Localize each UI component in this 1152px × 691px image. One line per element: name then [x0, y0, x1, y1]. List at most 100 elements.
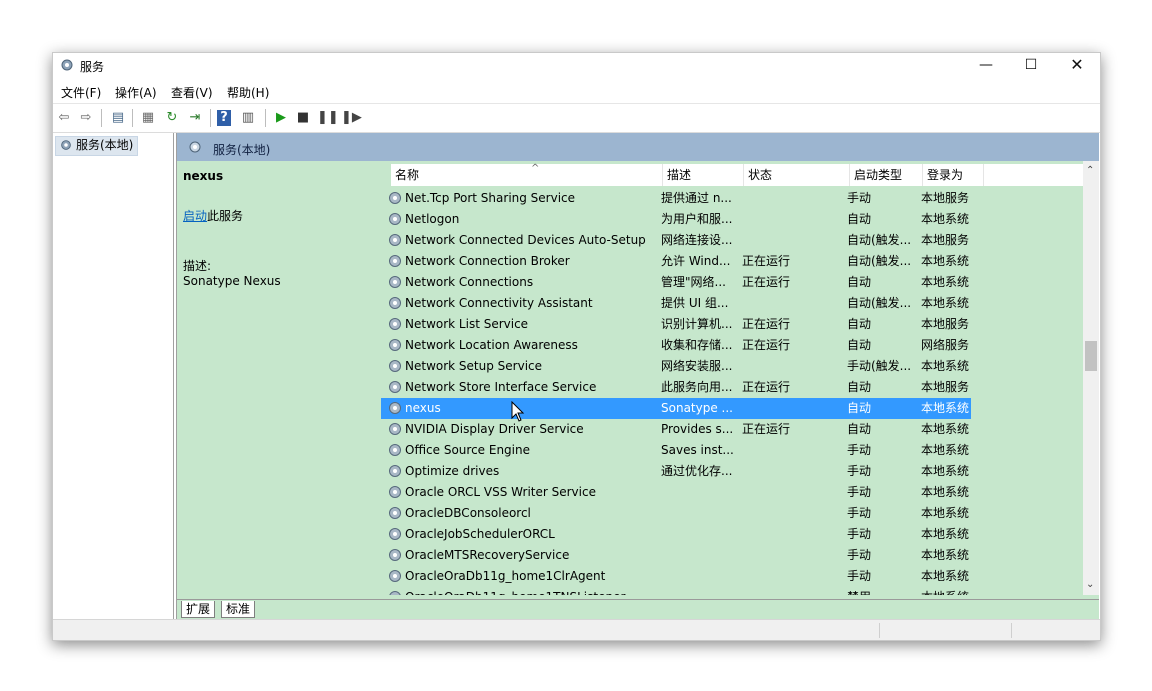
mouse-cursor-icon [511, 401, 525, 422]
service-status-cell: 正在运行 [742, 338, 791, 352]
service-startup-cell: 手动 [847, 191, 872, 205]
service-description-cell: 管理"网络... [661, 275, 726, 289]
service-logon-cell: 本地系统 [921, 587, 981, 595]
menu-action[interactable]: 操作(A) [115, 84, 157, 101]
service-gear-icon [389, 213, 401, 225]
service-row[interactable]: Network Setup Service 网络安装服... 手动(触发... 本地系… [381, 356, 981, 377]
service-startup-cell: 自动(触发... [847, 296, 912, 310]
service-logon-cell: 本地系统 [921, 254, 970, 268]
service-name-cell: OracleJobSchedulerORCL [405, 527, 555, 541]
service-logon-cell: 本地系统 [921, 506, 970, 520]
menu-help[interactable]: 帮助(H) [227, 84, 269, 101]
service-description-cell: 此服务向用... [661, 380, 733, 394]
service-startup-cell: 手动 [847, 443, 872, 457]
service-name-cell: Network Connections [405, 275, 534, 289]
service-row[interactable]: Network Location Awareness 收集和存储... 正在运行 自动… [381, 335, 981, 356]
services-pane: 服务(本地) nexus 启动此服务 描述: Sonatype Nexus ^ … [176, 133, 1099, 620]
selected-service-name: nexus [183, 169, 224, 183]
play-icon[interactable]: ▶ [272, 109, 290, 127]
minimize-button[interactable]: — [963, 53, 1009, 79]
service-status-cell: 正在运行 [742, 275, 791, 289]
service-startup-cell: 手动 [847, 527, 872, 541]
maximize-button[interactable]: ☐ [1008, 53, 1054, 79]
service-row[interactable]: OracleMTSRecoveryService 手动 本地系统 [381, 545, 981, 566]
service-row[interactable]: Network Connection Broker 允许 Wind... 正在运行 自… [381, 251, 981, 272]
service-row[interactable]: Network Connectivity Assistant 提供 UI 组...… [381, 293, 981, 314]
back-arrow-icon[interactable]: ⇦ [55, 109, 73, 127]
close-button[interactable]: ✕ [1054, 53, 1100, 79]
service-logon-cell: 网络服务 [921, 338, 970, 352]
description-value: Sonatype Nexus [183, 274, 281, 288]
service-row[interactable]: OracleOraDb11g_home1ClrAgent 手动 本地系统 [381, 566, 981, 587]
start-service-link[interactable]: 启动 [183, 209, 207, 223]
column-header-startup-type[interactable]: 启动类型 [850, 164, 923, 186]
help-icon[interactable]: ? [217, 110, 231, 126]
service-row[interactable]: NVIDIA Display Driver Service Provides s.… [381, 419, 981, 440]
service-name-cell: Network Connected Devices Auto-Setup [405, 233, 646, 247]
service-startup-cell: 禁用 [847, 587, 917, 595]
service-row[interactable]: Network Store Interface Service 此服务向用... 正… [381, 377, 981, 398]
refresh-icon[interactable]: ↻ [163, 109, 181, 127]
service-logon-cell: 本地服务 [921, 233, 970, 247]
service-row[interactable]: OracleJobSchedulerORCL 手动 本地系统 [381, 524, 981, 545]
column-header-filler [984, 164, 1083, 186]
column-header-status[interactable]: 状态 [744, 164, 850, 186]
export-list-icon[interactable]: ⇥ [186, 109, 204, 127]
scroll-up-icon[interactable]: ⌃ [1086, 165, 1094, 176]
description-label: 描述: [183, 259, 212, 273]
service-startup-cell: 自动 [847, 212, 872, 226]
service-row[interactable]: Netlogon 为用户和服... 自动 本地系统 [381, 209, 981, 230]
service-name-cell: Oracle ORCL VSS Writer Service [405, 485, 596, 499]
service-logon-cell: 本地系统 [921, 275, 970, 289]
services-gear-icon [61, 140, 71, 150]
properties-icon[interactable]: ▦ [139, 109, 157, 127]
scroll-thumb[interactable] [1085, 341, 1097, 371]
tree-item-services-local[interactable]: 服务(本地) [55, 136, 139, 156]
service-gear-icon [389, 402, 401, 414]
vertical-scrollbar[interactable]: ⌃ ⌄ [1083, 161, 1099, 595]
service-row[interactable]: Network Connected Devices Auto-Setup 网络连接… [381, 230, 981, 251]
service-logon-cell: 本地系统 [921, 569, 970, 583]
menu-file[interactable]: 文件(F) [61, 84, 101, 101]
tree-item-label: 服务(本地) [76, 138, 134, 152]
service-row[interactable]: Office Source Engine Saves inst... 手动 本地系统 [381, 440, 981, 461]
window-title: 服务 [80, 60, 105, 74]
pause-icon[interactable]: ❚❚ [317, 109, 339, 127]
service-startup-cell: 自动 [847, 317, 872, 331]
service-gear-icon [389, 444, 401, 456]
services-list: ^ 名称 描述 状态 启动类型 登录为 Net.Tcp Port Sharing… [381, 161, 1099, 595]
service-name-cell: OracleOraDb11g_home1ClrAgent [405, 569, 606, 583]
service-row[interactable]: OracleDBConsoleorcl 手动 本地系统 [381, 503, 981, 524]
view-icon[interactable]: ▥ [239, 109, 257, 127]
column-header-description[interactable]: 描述 [663, 164, 744, 186]
column-header-logon[interactable]: 登录为 [923, 164, 984, 186]
service-row[interactable]: OracleOraDb11g_home1TNSListener 禁用本地系统 [381, 587, 981, 595]
sort-ascending-icon: ^ [531, 163, 540, 174]
service-logon-cell: 本地系统 [921, 527, 970, 541]
tab-standard[interactable]: 标准 [221, 601, 256, 618]
service-logon-cell: 本地系统 [921, 212, 970, 226]
column-header-name[interactable]: ^ 名称 [391, 163, 663, 186]
service-name-cell: Network Location Awareness [405, 338, 578, 352]
stop-icon[interactable]: ■ [294, 109, 312, 127]
service-logon-cell: 本地服务 [921, 317, 970, 331]
service-startup-cell: 自动(触发... [847, 254, 912, 268]
status-bar [53, 619, 1100, 640]
service-row[interactable]: nexus Sonatype ... 自动 本地系统 [381, 398, 971, 419]
service-row[interactable]: Oracle ORCL VSS Writer Service 手动 本地系统 [381, 482, 981, 503]
scroll-down-icon[interactable]: ⌄ [1086, 579, 1094, 590]
restart-icon[interactable]: ❚▶ [341, 109, 362, 127]
title-bar[interactable]: 服务 — ☐ ✕ [53, 53, 1100, 79]
service-logon-cell: 本地系统 [921, 296, 970, 310]
forward-arrow-icon[interactable]: ⇨ [77, 109, 95, 127]
service-row[interactable]: Network List Service 识别计算机... 正在运行 自动 本地服务 [381, 314, 981, 335]
service-row[interactable]: Network Connections 管理"网络... 正在运行 自动 本地系统 [381, 272, 981, 293]
service-row[interactable]: Optimize drives 通过优化存... 手动 本地系统 [381, 461, 981, 482]
start-service-line: 启动此服务 [183, 207, 243, 224]
menu-view[interactable]: 查看(V) [171, 84, 213, 101]
tab-extended[interactable]: 扩展 [181, 601, 216, 618]
console-tree-icon[interactable]: ▤ [109, 109, 127, 127]
service-startup-cell: 手动 [847, 548, 872, 562]
service-gear-icon [389, 339, 401, 351]
service-row[interactable]: Net.Tcp Port Sharing Service 提供通过 n... 手动 本… [381, 188, 981, 209]
